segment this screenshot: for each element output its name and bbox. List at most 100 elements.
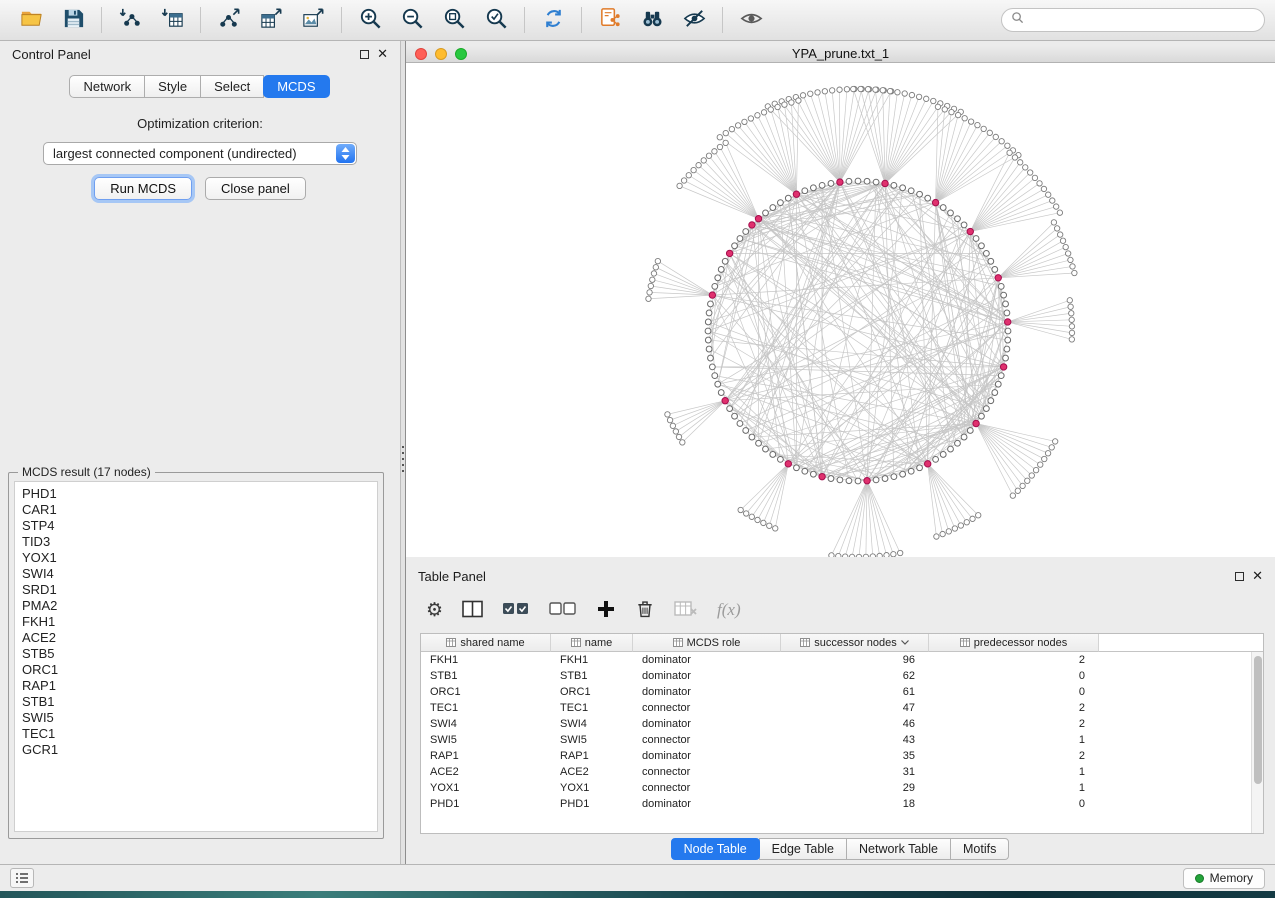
table-cell: 2 [929,748,1099,764]
table-settings-button[interactable]: ⚙ [426,599,443,621]
column-header-successor-nodes[interactable]: successor nodes [781,634,929,652]
table-row[interactable]: ORC1ORC1dominator610 [421,684,1263,700]
mcds-result-item[interactable]: RAP1 [22,678,370,694]
table-row[interactable]: ACE2ACE2connector311 [421,764,1263,780]
mcds-result-item[interactable]: SWI5 [22,710,370,726]
memory-button[interactable]: Memory [1183,868,1265,889]
table-row[interactable]: PHD1PHD1dominator180 [421,796,1263,812]
zoom-fit-button[interactable] [433,3,475,37]
main-toolbar [0,0,1275,41]
network-share-button[interactable] [589,3,631,37]
mcds-result-item[interactable]: ORC1 [22,662,370,678]
plus-icon [596,599,616,622]
hide-details-button[interactable] [673,3,715,37]
close-panel-icon[interactable]: ✕ [377,48,388,61]
table-cell: 31 [781,764,929,780]
open-session-button[interactable] [10,3,52,37]
table-body: FKH1FKH1dominator962STB1STB1dominator620… [421,652,1263,812]
add-column-button[interactable] [596,599,616,622]
table-cell: dominator [633,748,781,764]
table-cell: 61 [781,684,929,700]
table-cell: PHD1 [421,796,551,812]
network-graph[interactable] [406,63,1275,557]
table-cell: YOX1 [551,780,633,796]
close-window-icon[interactable] [415,48,427,60]
export-image-button[interactable] [292,3,334,37]
mcds-result-item[interactable]: STB5 [22,646,370,662]
delete-column-button[interactable] [635,598,655,622]
table-cell: TEC1 [421,700,551,716]
column-grid-icon [446,638,456,647]
eye-icon [739,6,764,34]
export-table-button[interactable] [250,3,292,37]
tab-motifs[interactable]: Motifs [950,838,1009,860]
find-button[interactable] [631,3,673,37]
minimize-window-icon[interactable] [435,48,447,60]
zoom-selected-button[interactable] [475,3,517,37]
tab-mcds[interactable]: MCDS [263,75,329,98]
mcds-result-item[interactable]: PMA2 [22,598,370,614]
mcds-result-item[interactable]: ACE2 [22,630,370,646]
deselect-all-columns-button[interactable] [549,600,577,621]
import-network-button[interactable] [109,3,151,37]
table-row[interactable]: TEC1TEC1connector472 [421,700,1263,716]
maximize-window-icon[interactable] [455,48,467,60]
memory-status-icon [1195,874,1204,883]
mcds-result-item[interactable]: CAR1 [22,502,370,518]
mcds-result-item[interactable]: PHD1 [22,486,370,502]
tab-select[interactable]: Select [200,75,264,98]
mcds-result-item[interactable]: YOX1 [22,550,370,566]
zoom-out-icon [400,6,425,34]
network-canvas[interactable] [406,63,1275,557]
mcds-result-item[interactable]: GCR1 [22,742,370,758]
column-header-predecessor-nodes[interactable]: predecessor nodes [929,634,1099,652]
select-all-icon [502,600,530,621]
table-scrollbar[interactable] [1251,652,1263,833]
search-input[interactable] [1030,13,1255,27]
table-row[interactable]: SWI5SWI5connector431 [421,732,1263,748]
mcds-result-item[interactable]: SRD1 [22,582,370,598]
float-table-panel-icon[interactable] [1235,572,1244,581]
run-mcds-button[interactable]: Run MCDS [94,177,192,200]
show-details-button[interactable] [730,3,772,37]
tab-edge-table[interactable]: Edge Table [759,838,847,860]
criterion-select[interactable]: largest connected component (undirected) [43,142,357,165]
scrollbar-thumb[interactable] [1254,656,1262,784]
mcds-result-item[interactable]: FKH1 [22,614,370,630]
table-row[interactable]: RAP1RAP1dominator352 [421,748,1263,764]
panel-splitter[interactable] [400,41,406,864]
mcds-result-item[interactable]: TID3 [22,534,370,550]
close-mcds-panel-button[interactable]: Close panel [205,177,306,200]
column-header-shared-name[interactable]: shared name [421,634,551,652]
table-row[interactable]: FKH1FKH1dominator962 [421,652,1263,668]
mcds-result-item[interactable]: SWI4 [22,566,370,582]
zoom-out-button[interactable] [391,3,433,37]
table-cell: ACE2 [551,764,633,780]
table-row[interactable]: YOX1YOX1connector291 [421,780,1263,796]
show-columns-button[interactable] [462,600,483,621]
mcds-result-item[interactable]: STP4 [22,518,370,534]
table-row[interactable]: SWI4SWI4dominator462 [421,716,1263,732]
mcds-result-list[interactable]: PHD1CAR1STP4TID3YOX1SWI4SRD1PMA2FKH1ACE2… [14,481,378,832]
export-network-button[interactable] [208,3,250,37]
tab-style[interactable]: Style [144,75,201,98]
column-header-name[interactable]: name [551,634,633,652]
column-header-mcds-role[interactable]: MCDS role [633,634,781,652]
menu-button[interactable] [10,868,34,888]
zoom-in-button[interactable] [349,3,391,37]
table-cell: 1 [929,780,1099,796]
close-table-panel-icon[interactable]: ✕ [1252,570,1263,583]
import-table-button[interactable] [151,3,193,37]
mcds-result-item[interactable]: TEC1 [22,726,370,742]
refresh-layout-button[interactable] [532,3,574,37]
tab-node-table[interactable]: Node Table [671,838,760,860]
table-cell: ORC1 [551,684,633,700]
float-panel-icon[interactable] [360,50,369,59]
tab-network-table[interactable]: Network Table [846,838,951,860]
mcds-result-item[interactable]: STB1 [22,694,370,710]
tab-network[interactable]: Network [69,75,145,98]
table-row[interactable]: STB1STB1dominator620 [421,668,1263,684]
save-session-button[interactable] [52,3,94,37]
select-all-columns-button[interactable] [502,600,530,621]
open-session-icon [19,6,44,34]
